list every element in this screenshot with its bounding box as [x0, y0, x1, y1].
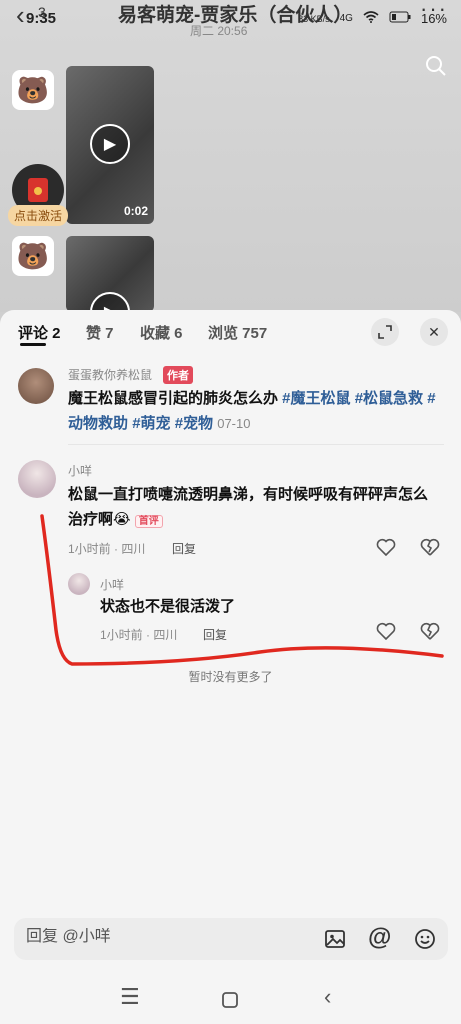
- red-annotation-stroke: [40, 514, 444, 666]
- mention-icon[interactable]: @: [368, 924, 391, 952]
- menu-icon[interactable]: ☰: [120, 984, 140, 1010]
- no-more-text: 暂时没有更多了: [188, 670, 273, 684]
- home-icon[interactable]: [222, 988, 238, 1014]
- system-nav-bar: ☰ ‹: [0, 970, 461, 1024]
- image-icon[interactable]: [324, 928, 346, 955]
- reply-input[interactable]: [26, 928, 306, 946]
- back-icon[interactable]: ‹: [324, 984, 331, 1010]
- emoji-icon[interactable]: [414, 928, 436, 955]
- reply-input-bar: @: [14, 918, 448, 960]
